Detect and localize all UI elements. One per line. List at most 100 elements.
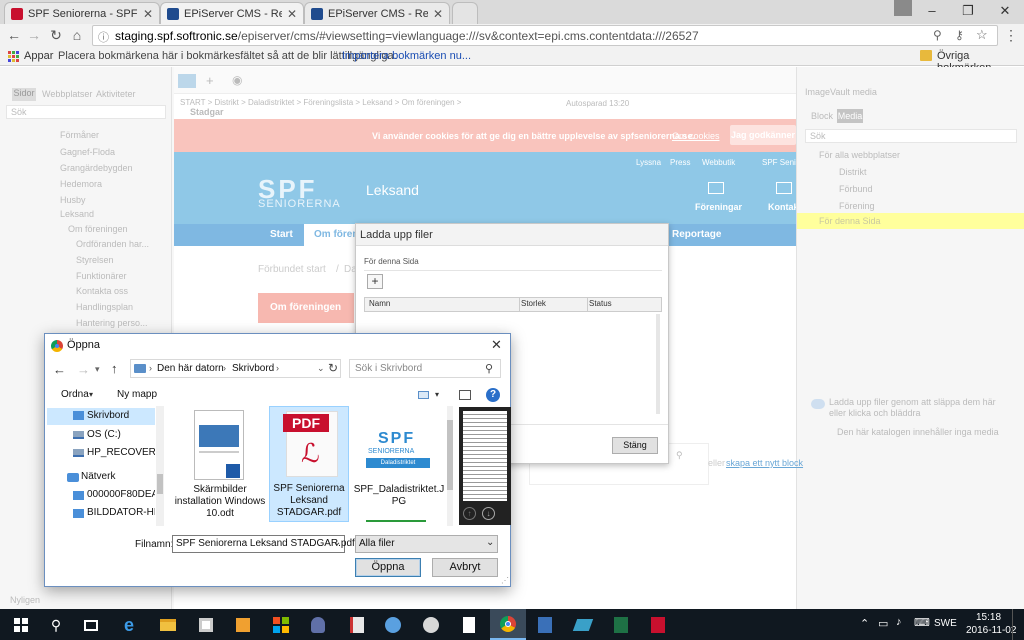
nav-item[interactable]: HP_RECOVERY (D [47,445,155,462]
folder-item[interactable]: Distrikt [839,167,867,177]
nav-scrollbar[interactable] [156,406,164,526]
column-status[interactable]: Status [589,299,612,308]
info-icon[interactable]: ⓘ [98,29,109,45]
path-bar[interactable]: › Den här datorn › Skrivbord › ⌄ [130,359,341,378]
tree-item[interactable]: Hantering perso... [76,318,148,328]
volume-icon[interactable]: ♪ [896,616,902,628]
tree-item[interactable]: Kontakta oss [76,286,128,296]
path-segment[interactable]: Den här datorn [157,363,224,374]
edge-icon[interactable]: e [116,612,142,638]
create-block-link[interactable]: skapa ett nytt block [726,458,803,468]
assets-search-input[interactable]: Sök [805,129,1017,143]
preview-up-icon[interactable]: ↑ [463,507,476,520]
tray-chevron-icon[interactable]: ⌃ [860,617,869,630]
folder-item[interactable]: Förbund [839,184,873,194]
tree-item[interactable]: Hedemora [60,179,102,189]
top-link[interactable]: Lyssna [636,158,661,167]
tree-search-input[interactable]: Sök [6,105,166,119]
tree-item[interactable]: Grangärdebygden [60,163,133,173]
file-explorer-icon[interactable] [155,612,181,638]
clock-date[interactable]: 2016-11-02 [966,625,1016,636]
excel-icon[interactable] [608,612,634,638]
notes-icon[interactable] [344,612,370,638]
menu-item[interactable]: Reportage [672,229,721,240]
side-menu-button[interactable]: Om föreningen [258,293,354,323]
add-icon[interactable]: + [206,73,214,88]
import-bookmarks-link[interactable]: Importera bokmärken nu... [342,50,471,62]
tab-media[interactable]: Media [837,109,863,123]
open-button[interactable]: Öppna [355,558,421,577]
top-link[interactable]: Webbutik [702,158,735,167]
chrome-taskbar-button[interactable] [490,609,526,640]
menu-item-active[interactable]: Om förening [304,224,373,246]
menu-item[interactable]: Start [270,229,293,240]
path-segment[interactable]: Skrivbord [232,363,274,374]
preview-down-icon[interactable]: ↓ [482,507,495,520]
header-item[interactable]: Föreningar [695,202,742,212]
chevron-down-icon[interactable]: ⌄ [333,537,341,548]
tree-item[interactable]: Gagnef-Floda [60,147,115,157]
column-size[interactable]: Storlek [521,299,546,308]
nav-item[interactable]: Nätverk [47,469,155,486]
close-tab-icon[interactable]: ✕ [143,7,153,21]
start-button[interactable] [8,612,34,638]
view-options-icon[interactable] [418,391,429,399]
menu-icon[interactable]: ⋮ [1002,26,1020,44]
resize-grip-icon[interactable]: ⋰ [501,576,509,585]
app-icon[interactable] [418,612,444,638]
file-item[interactable]: SPF SENIORERNA Daladistriktet SPF_Daladi… [352,408,446,522]
apps-link[interactable]: Appar [24,50,53,62]
nav-item[interactable]: 000000F80DEA [47,487,155,504]
tree-item[interactable]: Leksand [60,209,94,219]
file-item-selected[interactable]: PDF ℒ SPF Seniorerna Leksand STADGAR.pdf [269,406,349,522]
new-folder-button[interactable]: Ny mapp [117,389,157,400]
network-tray-icon[interactable]: ▭ [878,617,888,630]
browser-tab[interactable]: EPiServer CMS - Redigera ✕ [304,2,450,24]
site-breadcrumb[interactable]: Förbundet start [258,264,326,275]
star-icon[interactable]: ☆ [976,27,988,43]
tab-block[interactable]: Block [811,111,833,121]
up-arrow-icon[interactable]: ↑ [111,361,118,376]
forward-icon[interactable]: → [25,26,43,44]
file-type-select[interactable]: Alla filer ⌄ [355,535,498,553]
upload-scrollbar[interactable] [656,314,660,414]
tree-item[interactable]: Husby [60,195,86,205]
browser-tab[interactable]: SPF Seniorerna - SPF Se ✕ [4,2,160,24]
nav-item[interactable]: OS (C:) [47,427,155,444]
new-tab-button[interactable] [452,2,478,24]
restore-icon[interactable]: ❐ [960,3,976,19]
preview-pane-icon[interactable] [459,390,471,400]
toolbar-button[interactable] [178,74,196,88]
tree-item[interactable]: Om föreningen [68,224,128,234]
store-icon[interactable] [193,612,219,638]
cookie-accept-button[interactable]: Jag godkänner [730,125,796,145]
cookie-link[interactable]: Om cookies [672,131,720,141]
filename-input[interactable]: SPF Seniorerna Leksand STADGAR.pdf ⌄ [172,535,355,553]
refresh-icon[interactable]: ↻ [328,361,338,375]
media-icon[interactable] [230,612,256,638]
close-dialog-icon[interactable]: ✕ [491,337,502,353]
apps-icon[interactable] [8,51,19,62]
tab-pages[interactable]: Sidor [12,88,36,101]
security-icon[interactable] [305,612,331,638]
keyboard-icon[interactable]: ⌨ [914,616,930,629]
top-link[interactable]: Press [670,158,690,167]
cancel-button[interactable]: Avbryt [432,558,498,577]
help-icon[interactable]: ? [486,388,500,402]
home-icon[interactable]: ⌂ [68,26,86,44]
search-box[interactable]: Sök i Skrivbord ⚲ [349,359,501,378]
show-desktop-button[interactable] [1012,609,1024,640]
task-view-icon[interactable] [78,612,104,638]
tree-item[interactable]: Förmåner [60,130,99,140]
document-icon[interactable] [456,612,482,638]
nav-item[interactable]: BILDDATOR-HP [47,505,155,522]
forward-arrow-icon[interactable]: → [77,362,90,377]
app-icon[interactable] [532,612,558,638]
app-icon[interactable] [570,612,596,638]
file-grid-scrollbar[interactable] [447,406,453,526]
tree-item[interactable]: Handlingsplan [76,302,133,312]
column-name[interactable]: Namn [369,299,390,308]
user-profile-icon[interactable] [894,0,912,16]
close-upload-button[interactable]: Stäng [612,437,658,454]
path-dropdown-icon[interactable]: ⌄ [317,363,325,374]
